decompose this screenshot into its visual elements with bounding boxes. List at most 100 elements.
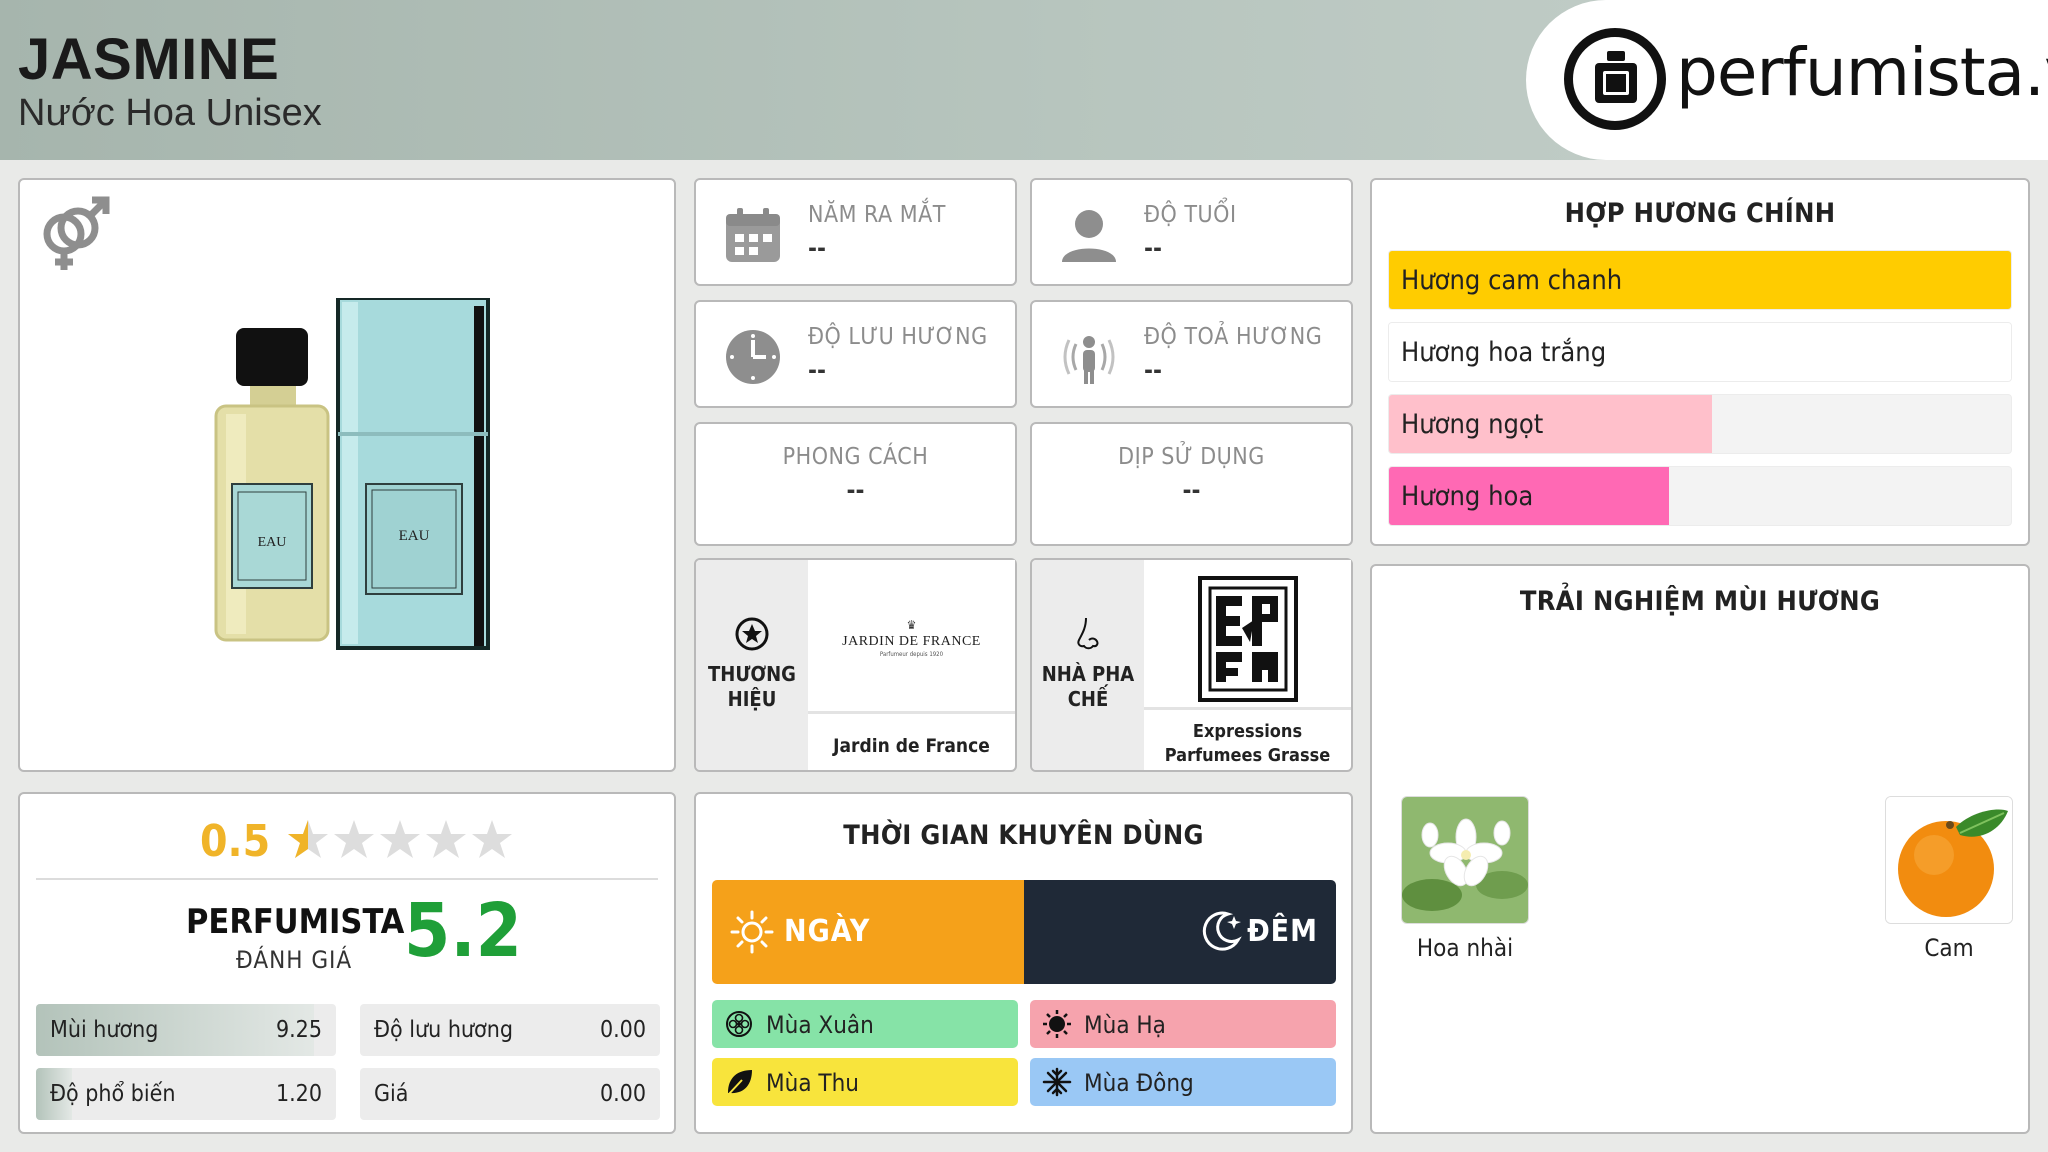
star-icon[interactable]: [332, 818, 376, 862]
rating-metric: Độ phổ biến 1.20: [36, 1068, 336, 1120]
perfumer-label-area: NHÀ PHA CHẾ: [1032, 560, 1144, 770]
day-label: NGÀY: [784, 914, 871, 949]
brand-name[interactable]: Jardin de France: [808, 734, 1015, 758]
svg-text:EAU: EAU: [258, 535, 287, 550]
accord-label: Hương hoa trắng: [1401, 337, 1607, 368]
snowflake-icon: [1042, 1067, 1072, 1097]
recommended-time-title: THỜI GIAN KHUYÊN DÙNG: [843, 820, 1204, 851]
orange-fruit-image[interactable]: [1885, 796, 2013, 924]
calendar-icon: [726, 208, 780, 262]
sun-icon: [1043, 1010, 1071, 1038]
metric-key: Độ phổ biến: [50, 1081, 176, 1107]
product-image-panel: EAU EAU: [18, 178, 676, 772]
main-accords-title: HỢP HƯƠNG CHÍNH: [1564, 198, 1836, 229]
perfumer-name[interactable]: Expressions Parfumees Grasse: [1144, 720, 1351, 768]
perfumista-sub: ĐÁNH GIÁ: [236, 946, 353, 974]
perfumer-label: NHÀ PHA CHẾ: [1041, 662, 1135, 711]
header: JASMINE Nước Hoa Unisex perfumista.vn: [0, 0, 2048, 160]
brand-logo-text: JARDIN DE FRANCE: [842, 634, 981, 649]
night-label: ĐÊM: [1247, 914, 1318, 949]
sillage-cell: ĐỘ TOẢ HƯƠNG --: [1030, 300, 1353, 408]
rating-metric: Mùi hương 9.25: [36, 1004, 336, 1056]
season-spring: Mùa Xuân: [712, 1000, 1018, 1048]
launch-year-value: --: [808, 234, 826, 262]
sillage-value: --: [1144, 356, 1162, 384]
perfumista-label: PERFUMISTA: [186, 902, 405, 942]
sillage-label: ĐỘ TOẢ HƯƠNG: [1144, 324, 1323, 350]
longevity-label: ĐỘ LƯU HƯƠNG: [808, 324, 988, 350]
accord-row: Hương cam chanh: [1388, 250, 2012, 310]
rating-value: 0.5: [200, 816, 271, 867]
longevity-cell: ĐỘ LƯU HƯƠNG --: [694, 300, 1017, 408]
perfume-product-image: EAU EAU: [214, 298, 490, 650]
season-autumn-label: Mùa Thu: [766, 1069, 859, 1097]
unisex-gender-icon: [43, 196, 110, 270]
season-summer: Mùa Hạ: [1030, 1000, 1336, 1048]
accord-row: Hương ngọt: [1388, 394, 2012, 454]
star-icon[interactable]: [286, 818, 330, 862]
season-summer-label: Mùa Hạ: [1084, 1011, 1166, 1039]
metric-value: 0.00: [599, 1017, 646, 1043]
accord-label: Hương cam chanh: [1401, 265, 1623, 296]
occasion-label: DỊP SỬ DỤNG: [1118, 444, 1265, 470]
season-spring-label: Mùa Xuân: [766, 1011, 874, 1039]
star-icon[interactable]: [378, 818, 422, 862]
age-value: --: [1144, 234, 1162, 262]
brand-logo[interactable]: perfumista.vn: [1526, 0, 2048, 160]
day-segment: NGÀY: [712, 880, 1024, 984]
accord-row: Hương hoa: [1388, 466, 2012, 526]
metric-key: Độ lưu hương: [374, 1017, 513, 1043]
occasion-value: --: [1182, 476, 1201, 504]
svg-text:EAU: EAU: [399, 528, 430, 544]
recommended-time-panel: THỜI GIAN KHUYÊN DÙNG NGÀY ĐÊM Mùa Xuân …: [694, 792, 1353, 1134]
moon-icon: [1202, 911, 1242, 951]
season-winter-label: Mùa Đông: [1084, 1069, 1194, 1097]
main-accords-panel: HỢP HƯƠNG CHÍNH Hương cam chanh Hương hoa…: [1370, 178, 2030, 546]
perfumer-logo-image: [1144, 560, 1351, 710]
perfumer-logo: [1198, 576, 1298, 702]
accord-row: Hương hoa trắng: [1388, 322, 2012, 382]
accord-label: Hương hoa: [1401, 481, 1534, 512]
perfumista-score: 5.2: [404, 888, 522, 974]
scent-label-jasmine: Hoa nhài: [1416, 934, 1514, 962]
age-label: ĐỘ TUỔI: [1144, 202, 1237, 228]
perfume-subtitle: Nước Hoa Unisex: [18, 92, 322, 134]
brand-card[interactable]: THƯƠNG HIỆU ♛ JARDIN DE FRANCE Parfumeur…: [694, 558, 1017, 772]
perfumer-card[interactable]: NHÀ PHA CHẾ Expressions Parfumees Grasse: [1030, 558, 1353, 772]
jasmine-flower-image[interactable]: [1401, 796, 1529, 924]
brand-logo-image: ♛ JARDIN DE FRANCE Parfumeur depuis 1920: [808, 560, 1015, 714]
flower-icon: [726, 1011, 752, 1037]
brand-label: THƯƠNG HIỆU: [708, 662, 796, 711]
star-icon[interactable]: [424, 818, 468, 862]
season-winter: Mùa Đông: [1030, 1058, 1336, 1106]
metric-value: 0.00: [599, 1081, 646, 1107]
sillage-icon: [1063, 336, 1115, 384]
metric-key: Giá: [374, 1081, 409, 1107]
style-label: PHONG CÁCH: [782, 444, 929, 470]
user-icon: [1062, 210, 1116, 262]
perfume-bottle-logo-icon: [1564, 28, 1666, 130]
star-icon[interactable]: [470, 818, 514, 862]
metric-value: 9.25: [275, 1017, 322, 1043]
accord-label: Hương ngọt: [1401, 409, 1544, 440]
star-badge-icon: [735, 617, 769, 651]
day-night-bar: NGÀY ĐÊM: [712, 880, 1336, 984]
crown-icon: ♛: [906, 618, 917, 632]
scent-label-orange: Cam: [1924, 934, 1974, 962]
launch-year-label: NĂM RA MẮT: [808, 202, 946, 228]
logo-text: perfumista.vn: [1676, 34, 2048, 111]
sun-icon: [730, 910, 774, 954]
longevity-value: --: [808, 356, 826, 384]
night-segment: ĐÊM: [1024, 880, 1336, 984]
metric-key: Mùi hương: [50, 1017, 159, 1043]
rating-metric: Độ lưu hương 0.00: [360, 1004, 660, 1056]
rating-divider: [36, 878, 658, 880]
style-value: --: [846, 476, 865, 504]
launch-year-cell: NĂM RA MẮT --: [694, 178, 1017, 286]
clock-icon: [726, 330, 780, 384]
leaf-icon: [727, 1070, 752, 1096]
scent-experience-panel: TRẢI NGHIỆM MÙI HƯƠNG Hoa nhài Cam: [1370, 564, 2030, 1134]
scent-experience-title: TRẢI NGHIỆM MÙI HƯƠNG: [1519, 586, 1881, 617]
season-autumn: Mùa Thu: [712, 1058, 1018, 1106]
style-cell: PHONG CÁCH --: [694, 422, 1017, 546]
